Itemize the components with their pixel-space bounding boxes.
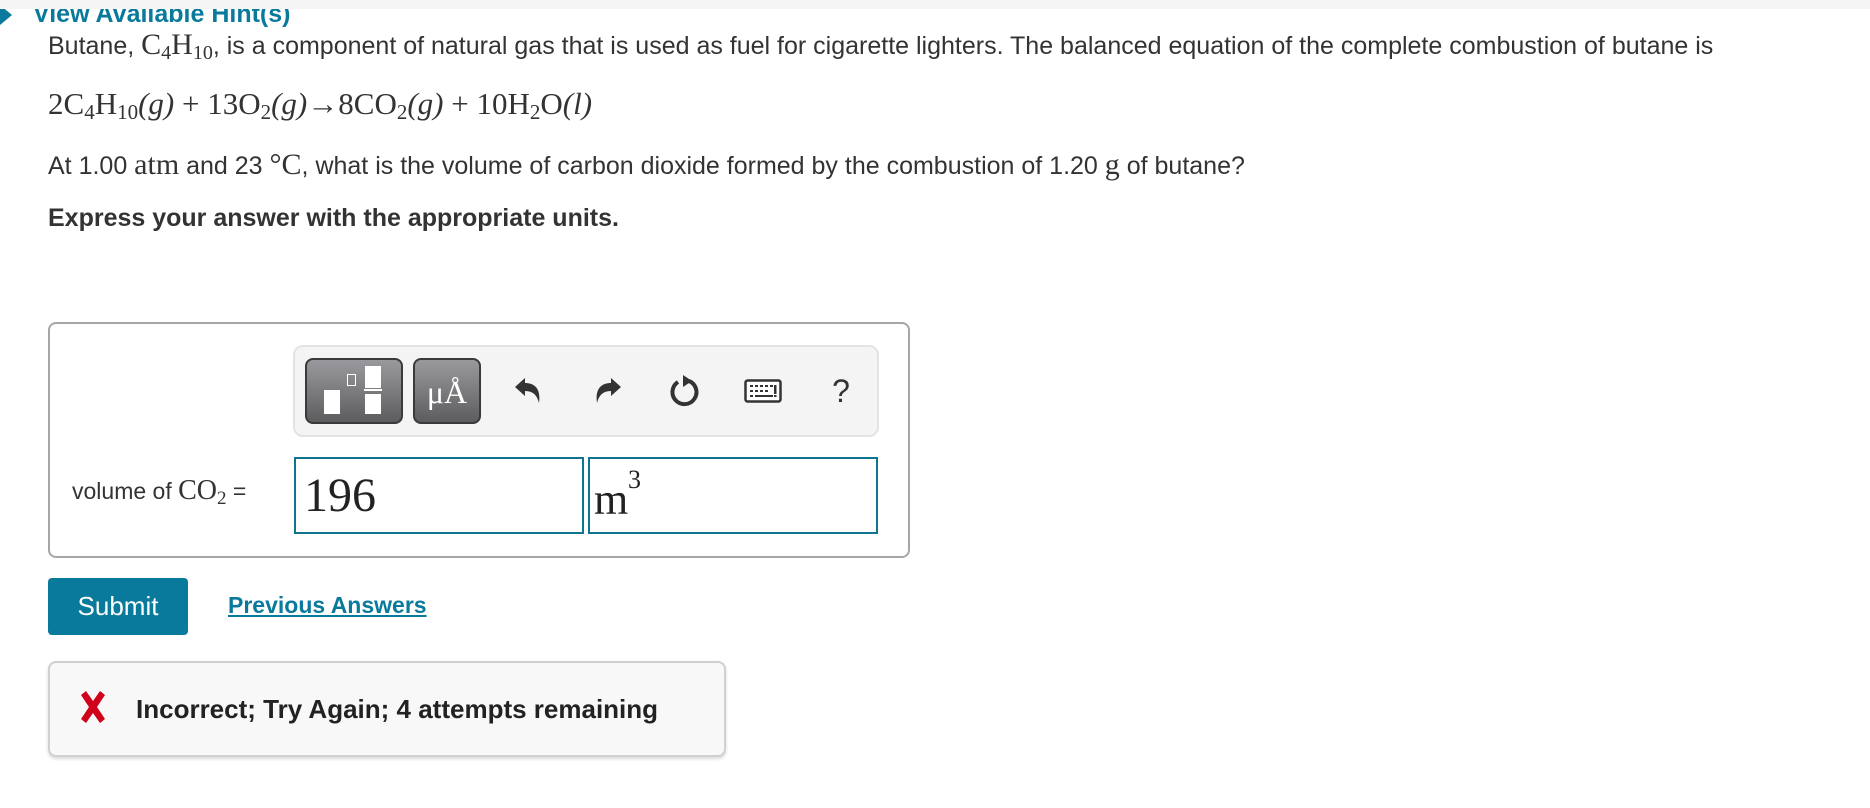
keyboard-icon [744, 379, 782, 403]
formula-h-sub: 10 [192, 42, 213, 64]
eq-r1-h: H [94, 86, 118, 121]
question-part: of butane? [1119, 152, 1245, 180]
previous-answers-link[interactable]: Previous Answers [228, 592, 427, 619]
eq-p1-formula: CO [353, 86, 397, 121]
help-icon: ? [832, 372, 850, 409]
eq-p1-sub: 2 [396, 100, 408, 124]
question-text: At 1.00 atm and 23 °C, what is the volum… [48, 148, 1245, 182]
eq-p2-h-sub: 2 [529, 100, 541, 124]
eq-r1-c-sub: 4 [84, 100, 95, 124]
math-toolbar: μÅ ? [293, 345, 879, 437]
eq-r1-c: C [63, 86, 85, 121]
intro-prefix: Butane, [48, 32, 142, 60]
eq-p2-state: (l) [562, 86, 593, 121]
x-mark-icon [81, 691, 105, 723]
eq-p2-coef: 10 [476, 86, 508, 121]
question-part: and 23 [179, 152, 270, 180]
temperature-unit: °C [269, 148, 302, 181]
feedback-message-box: Incorrect; Try Again; 4 attempts remaini… [48, 661, 726, 757]
eq-r2-o: O [238, 86, 261, 121]
feedback-message: Incorrect; Try Again; 4 attempts remaini… [136, 694, 659, 724]
units-button[interactable]: μÅ [413, 358, 481, 424]
eq-r1-coef: 2 [48, 86, 64, 121]
redo-button[interactable] [585, 369, 629, 413]
question-part: At 1.00 [48, 152, 135, 180]
reset-button[interactable] [663, 369, 707, 413]
answer-label-prefix: volume of [72, 478, 179, 504]
formula-co: CO [178, 475, 218, 506]
eq-arrow: → [307, 86, 339, 121]
balanced-equation: 2C4H10(g) + 13O2(g)→8CO2(g) + 10H2O(l) [48, 86, 593, 124]
eq-plus: + [174, 86, 208, 121]
formula-c-sub: 4 [161, 42, 172, 64]
butane-formula: C4H10 [141, 28, 213, 64]
eq-r2-coef: 13 [207, 86, 239, 121]
eq-plus: + [443, 86, 477, 121]
eq-r1-h-sub: 10 [117, 100, 139, 124]
value-input-text: 196 [304, 469, 376, 522]
answer-label-formula: CO2 [178, 475, 227, 509]
mass-unit: g [1104, 148, 1120, 181]
eq-r1-state: (g) [138, 86, 175, 121]
submit-button[interactable]: Submit [48, 578, 188, 635]
undo-icon [515, 378, 540, 403]
eq-p2-o: O [540, 86, 563, 121]
eq-p1-coef: 8 [338, 86, 354, 121]
intro-suffix: , is a component of natural gas that is … [212, 32, 1714, 60]
eq-p1-state: (g) [407, 86, 444, 121]
undo-button[interactable] [507, 369, 551, 413]
answer-label: volume of CO2 = [72, 475, 247, 509]
problem-intro: Butane, C4H10, is a component of natural… [48, 28, 1714, 64]
formula-c: C [141, 28, 162, 61]
reset-icon [670, 375, 699, 407]
units-input[interactable]: m3 [588, 457, 878, 534]
top-strip [0, 0, 1870, 9]
keyboard-button[interactable] [741, 369, 785, 413]
instruction-text: Express your answer with the appropriate… [48, 204, 619, 232]
answer-label-equals: = [226, 478, 247, 504]
redo-icon [596, 378, 621, 403]
formula-h: H [171, 28, 193, 61]
formula-co-sub: 2 [217, 488, 227, 509]
eq-p2-h: H [507, 86, 530, 121]
help-button[interactable]: ? [819, 369, 863, 413]
units-icon: μÅ [426, 374, 468, 410]
templates-button[interactable] [305, 358, 403, 424]
pressure-unit: atm [134, 148, 180, 181]
value-input[interactable]: 196 [294, 457, 584, 534]
eq-r2-state: (g) [271, 86, 308, 121]
unit-text: m [594, 475, 629, 524]
unit-exponent: 3 [628, 465, 641, 494]
eq-r2-o-sub: 2 [260, 100, 272, 124]
question-part: , what is the volume of carbon dioxide f… [301, 152, 1105, 180]
